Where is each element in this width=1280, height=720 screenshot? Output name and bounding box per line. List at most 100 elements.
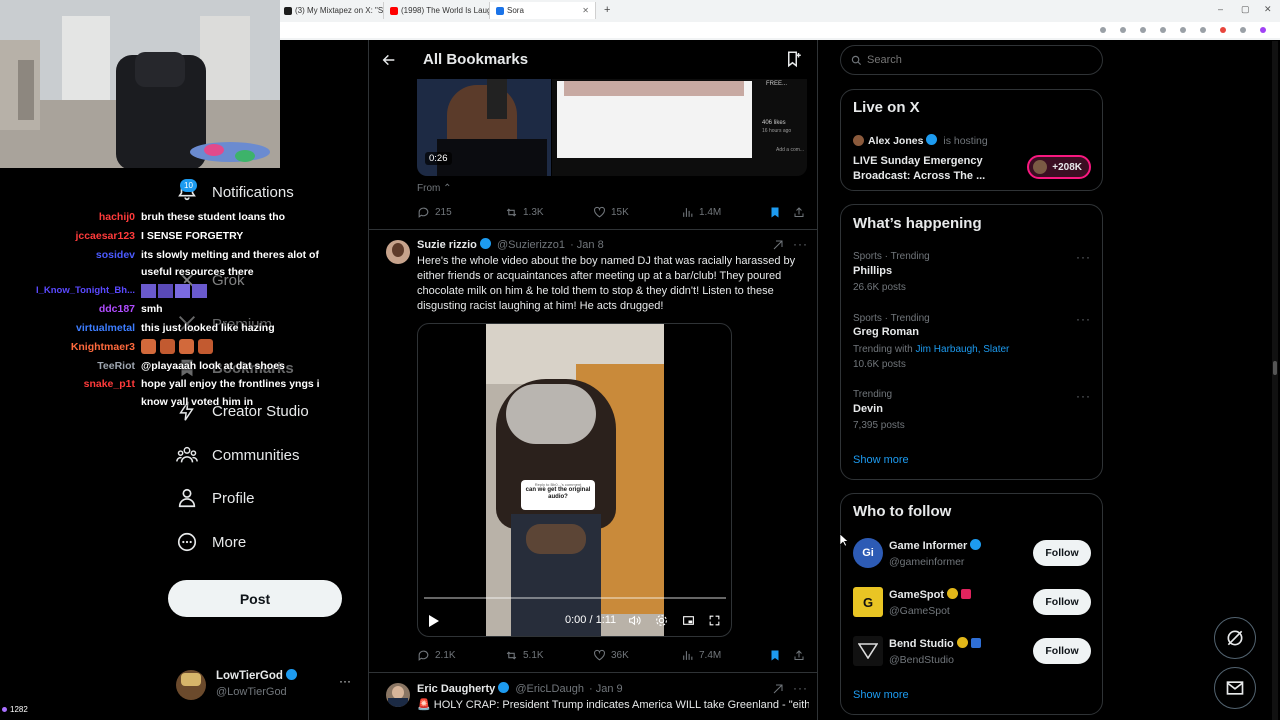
share-icon[interactable] [793, 206, 805, 219]
reply-count: 2.1K [435, 650, 456, 661]
trend-more-button[interactable]: ··· [1076, 250, 1091, 264]
new-folder-icon[interactable] [785, 50, 803, 68]
close-window-button[interactable]: ✕ [1264, 4, 1272, 15]
tweet-more-button[interactable]: ··· [793, 681, 808, 695]
reply-button[interactable]: 215 [417, 206, 452, 219]
account-name[interactable]: LowTierGod [216, 669, 297, 682]
bookmarked-icon[interactable] [769, 206, 781, 219]
avatar[interactable] [386, 240, 410, 264]
extension-icons[interactable] [1098, 25, 1268, 35]
avatar[interactable] [176, 670, 206, 700]
scrollbar-thumb[interactable] [1273, 361, 1277, 375]
new-tab-button[interactable]: + [596, 2, 618, 20]
whats-happening-card [840, 204, 1103, 480]
section-title: What’s happening [853, 215, 982, 232]
back-arrow-icon[interactable] [381, 52, 397, 68]
affiliate-badge-icon [970, 638, 981, 648]
screenshot-image[interactable]: FREE... 406 likes 16 hours ago Add a com… [552, 79, 807, 176]
tweet-date[interactable]: · Jan 9 [589, 683, 623, 695]
youtube-favicon-icon [390, 6, 398, 15]
share-icon[interactable] [793, 649, 805, 662]
close-tab-icon[interactable]: ✕ [582, 6, 589, 15]
live-broadcast-title[interactable]: LIVE Sunday Emergency Broadcast: Across … [853, 154, 1013, 184]
browser-tab-active[interactable]: Sora ✕ [490, 2, 596, 19]
video-progress-bar[interactable] [424, 597, 726, 599]
live-listeners-pill[interactable]: +208K [1027, 155, 1091, 179]
repost-button[interactable]: 1.3K [505, 206, 544, 219]
chat-message: its slowly melting and theres alot of [141, 249, 319, 261]
bookmarked-icon[interactable] [769, 649, 781, 662]
follow-button[interactable]: Follow [1033, 540, 1091, 566]
webcam-overlay [0, 0, 280, 168]
follow-button[interactable]: Follow [1033, 589, 1091, 615]
video-player[interactable]: Reply to Bb0...'s comment can we get the… [417, 323, 732, 637]
author-handle[interactable]: @Suzierizzo1 [497, 239, 565, 251]
reply-button[interactable]: 2.1K [417, 649, 456, 662]
chat-message: @playaaah look at dat shoes [141, 360, 285, 372]
chat-username: snake_p1t [83, 378, 135, 390]
browser-tab[interactable]: (1998) The World Is Laughing At H... ✕ [384, 2, 490, 19]
live-host-line[interactable]: Alex Jones is hosting [868, 134, 988, 147]
tab-title: (1998) The World Is Laughing At H... [401, 6, 490, 15]
tweet-more-button[interactable]: ··· [793, 237, 808, 251]
search-box[interactable] [840, 45, 1103, 75]
trend-related-links[interactable]: Jim Harbaugh, Slater [915, 344, 1009, 355]
tweet-date[interactable]: · Jan 8 [570, 239, 604, 251]
video-thumbnail[interactable]: 0:26 [417, 79, 551, 176]
chat-username: jccaesar123 [75, 230, 135, 242]
search-input[interactable] [867, 51, 1087, 69]
repost-count: 1.3K [523, 207, 544, 218]
fullscreen-icon[interactable] [708, 614, 721, 627]
views-button[interactable]: 7.4M [681, 649, 721, 662]
tweet-text: Here's the whole video about the boy nam… [417, 255, 796, 312]
like-button[interactable]: 15K [593, 206, 629, 219]
address-bar[interactable] [278, 22, 1280, 38]
browser-tab[interactable]: (3) My Mixtapez on X: "Soulja Bo... ✕ [278, 2, 384, 19]
messages-floating-button[interactable] [1214, 667, 1256, 709]
overlay-likes: 406 likes [762, 120, 786, 126]
show-more-trends-link[interactable]: Show more [853, 454, 909, 466]
grok-explain-icon[interactable] [772, 683, 784, 695]
chat-message: smh [141, 303, 163, 315]
nav-communities[interactable]: Communities [176, 441, 300, 469]
nav-more[interactable]: More [176, 528, 246, 556]
avatar[interactable] [853, 135, 864, 146]
nav-label: Notifications [212, 183, 294, 201]
author-name[interactable]: Eric Daugherty [417, 683, 495, 695]
reply-count: 215 [435, 207, 452, 218]
chat-message: I SENSE FORGETRY [141, 230, 244, 242]
video-duration: 0:26 [425, 152, 452, 165]
divider [369, 229, 817, 230]
views-chart-icon [683, 208, 693, 217]
maximize-button[interactable]: ▢ [1241, 4, 1250, 15]
like-count: 36K [611, 650, 629, 661]
avatar[interactable] [386, 683, 410, 707]
grok-floating-button[interactable] [1214, 617, 1256, 659]
post-button[interactable]: Post [168, 580, 342, 617]
view-count: 1.4M [699, 207, 722, 218]
repost-button[interactable]: 5.1K [505, 649, 544, 662]
trend-more-button[interactable]: ··· [1076, 312, 1091, 326]
author-name[interactable]: Suzie rizzio [417, 239, 477, 251]
follow-button[interactable]: Follow [1033, 638, 1091, 664]
like-button[interactable]: 36K [593, 649, 629, 662]
account-menu-button[interactable]: ··· [339, 674, 351, 688]
page-scrollbar[interactable] [1272, 41, 1278, 720]
show-more-follow-link[interactable]: Show more [853, 689, 909, 701]
views-button[interactable]: 1.4M [681, 206, 721, 219]
verified-badge-icon [926, 134, 938, 145]
nav-profile[interactable]: Profile [176, 484, 255, 512]
grok-icon [1227, 630, 1243, 646]
overlay-comment: Add a com... [776, 147, 805, 153]
volume-icon[interactable] [628, 614, 641, 627]
settings-gear-icon[interactable] [655, 614, 668, 627]
tab-title: (3) My Mixtapez on X: "Soulja Bo... [295, 6, 384, 15]
play-icon[interactable] [428, 614, 440, 628]
minimize-button[interactable]: – [1218, 4, 1223, 14]
overlay-text: FREE... [766, 81, 788, 87]
grok-explain-icon[interactable] [772, 239, 784, 251]
bookmarks-timeline[interactable]: 0:26 FREE... 406 likes 16 hours ago Add … [368, 40, 818, 720]
picture-in-picture-icon[interactable] [682, 614, 695, 627]
trend-more-button[interactable]: ··· [1076, 389, 1091, 403]
author-handle[interactable]: @EricLDaugh [515, 683, 584, 695]
